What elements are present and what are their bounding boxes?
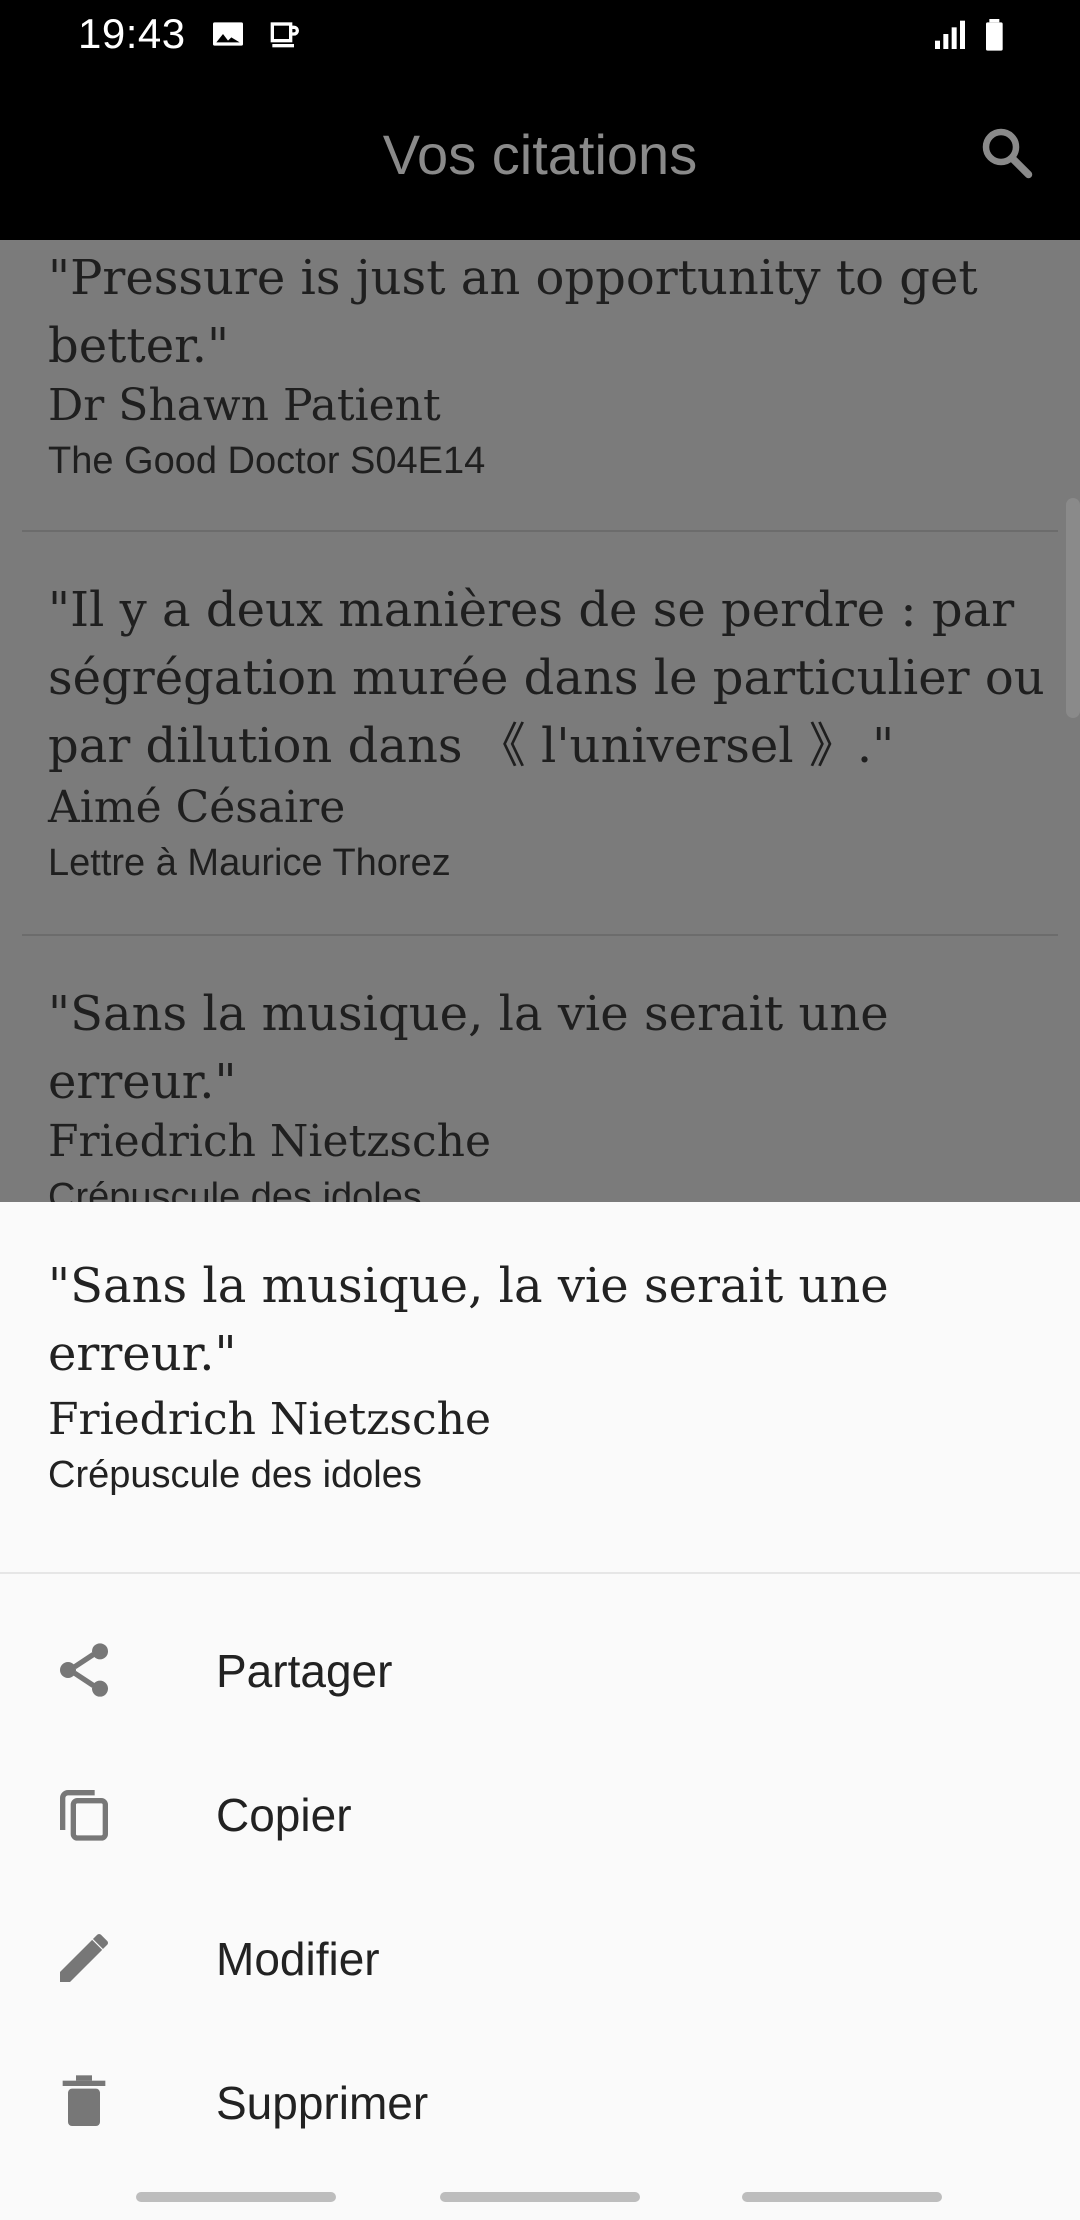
share-label: Partager xyxy=(216,1645,393,1697)
copy-icon xyxy=(60,1790,108,1841)
scrollbar[interactable] xyxy=(1066,498,1080,718)
delete-button[interactable]: Supprimer xyxy=(0,2034,1080,2176)
edit-label: Modifier xyxy=(216,1933,380,1985)
copy-button[interactable]: Copier xyxy=(0,1746,1080,1888)
quote-source: Crépuscule des idoles xyxy=(48,1176,422,1202)
edit-icon xyxy=(60,1933,109,1982)
quotes-list[interactable]: "Pressure is just an opportunity to get … xyxy=(0,240,1080,1202)
sheet-divider xyxy=(0,1572,1080,1574)
search-icon[interactable] xyxy=(976,122,1036,182)
quote-author: Aimé Césaire xyxy=(48,782,346,833)
nav-back[interactable] xyxy=(742,2192,942,2202)
battery-icon xyxy=(986,19,1003,51)
page-title: Vos citations xyxy=(382,123,698,186)
share-icon xyxy=(60,1643,108,1697)
quote-text: "Sans la musique, la vie serait une erre… xyxy=(48,986,889,1110)
list-item[interactable]: "Il y a deux manières de se perdre : par… xyxy=(0,532,1080,934)
quote-source: Lettre à Maurice Thorez xyxy=(48,842,451,884)
share-button[interactable]: Partager xyxy=(0,1602,1080,1744)
status-bar: 19:43 xyxy=(0,0,1080,72)
image-icon xyxy=(213,22,243,46)
sheet-quote-source: Crépuscule des idoles xyxy=(48,1454,422,1496)
edit-button[interactable]: Modifier xyxy=(0,1890,1080,2032)
bottom-sheet: "Sans la musique, la vie serait une erre… xyxy=(0,1202,1080,2220)
status-time: 19:43 xyxy=(78,10,186,57)
sheet-quote-text: "Sans la musique, la vie serait une erre… xyxy=(48,1258,889,1382)
quote-source: The Good Doctor S04E14 xyxy=(48,440,486,482)
nav-recent[interactable] xyxy=(136,2192,336,2202)
list-item[interactable]: "Sans la musique, la vie serait une erre… xyxy=(0,936,1080,1202)
app-bar: Vos citations xyxy=(0,72,1080,240)
delete-icon xyxy=(62,2075,106,2126)
delete-label: Supprimer xyxy=(216,2077,429,2129)
nav-home[interactable] xyxy=(440,2192,640,2202)
quote-author: Friedrich Nietzsche xyxy=(48,1116,491,1167)
quote-text: "Pressure is just an opportunity to get … xyxy=(48,250,978,374)
copy-label: Copier xyxy=(216,1789,352,1841)
quote-author: Dr Shawn Patient xyxy=(48,380,441,431)
sheet-quote-author: Friedrich Nietzsche xyxy=(48,1394,491,1445)
list-item[interactable]: "Pressure is just an opportunity to get … xyxy=(0,240,1080,530)
quote-text: "Il y a deux manières de se perdre : par… xyxy=(48,582,1045,774)
system-navigation xyxy=(0,2176,1080,2220)
signal-icon xyxy=(935,20,965,49)
coffee-icon xyxy=(270,22,299,48)
